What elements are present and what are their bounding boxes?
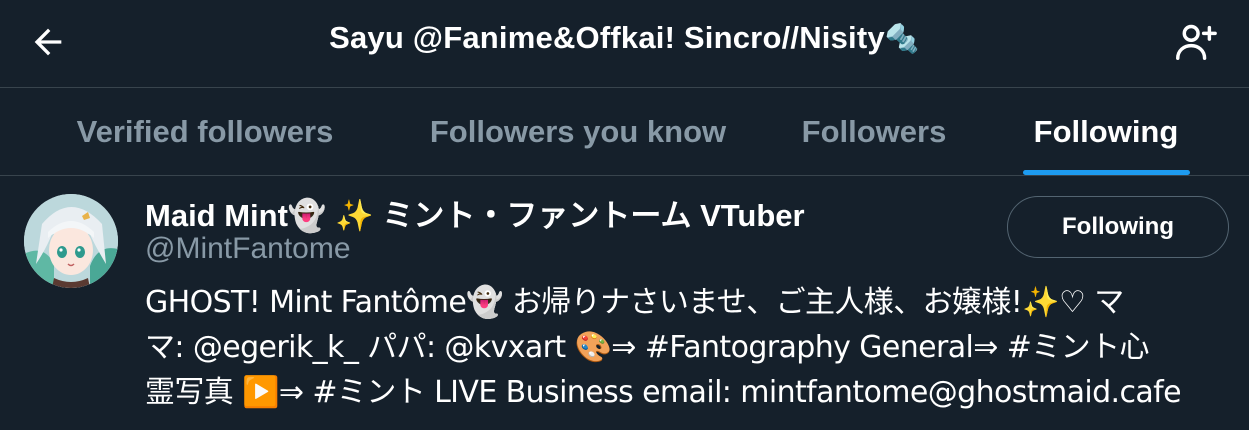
bio-text: Business email: mintfantome@ghostmaid.ca…	[496, 375, 1182, 410]
bio-text: GHOST! Mint Fantôme	[145, 285, 467, 320]
add-user-button[interactable]	[1169, 16, 1221, 68]
sparkles-emoji: ✨	[335, 198, 374, 234]
person-add-icon	[1176, 24, 1217, 61]
following-button-label: Following	[1062, 213, 1174, 240]
hashtag-link[interactable]: #ミント LIVE	[312, 375, 497, 410]
tab-label: Verified followers	[76, 113, 334, 149]
mention-link[interactable]: @egerik_k_	[193, 330, 359, 365]
bio-text: お帰りナさいませ、ご主人様、お嬢様!	[502, 285, 1023, 320]
page-title-text: Sayu @Fanime&Offkai! Sincro//Nisity	[329, 20, 885, 55]
bio-text: 霊写真	[145, 375, 243, 410]
bio-line-3: 霊写真 ▶️⇒ #ミント LIVE Business email: mintfa…	[145, 370, 1235, 415]
user-display-name[interactable]: Maid Mint👻 ✨ ミント・ファントーム VTuber	[145, 190, 805, 235]
top-app-bar: Sayu @Fanime&Offkai! Sincro//Nisity🔩	[0, 0, 1249, 88]
ghost-emoji: 👻	[466, 285, 503, 320]
tab-verified-followers[interactable]: Verified followers	[40, 88, 370, 175]
display-name-end: ミント・ファントーム VTuber	[382, 198, 805, 233]
bio-text: ⇒	[278, 375, 313, 410]
bio-text: ♡ マ	[1058, 285, 1124, 320]
active-tab-indicator	[1023, 170, 1190, 175]
page-title: Sayu @Fanime&Offkai! Sincro//Nisity🔩	[0, 20, 1249, 56]
avatar-illustration	[24, 194, 118, 288]
bio-text: パパ:	[358, 330, 445, 365]
tab-bar: Verified followers Followers you know Fo…	[0, 88, 1249, 176]
hashtag-link[interactable]: #Fantography General	[645, 330, 974, 365]
palette-emoji: 🎨	[574, 330, 612, 365]
bio-line-2: マ: @egerik_k_ パパ: @kvxart 🎨⇒ #Fantograph…	[145, 325, 1235, 370]
tab-label: Followers you know	[429, 113, 727, 149]
ghost-emoji: 👻	[287, 198, 327, 234]
user-bio: GHOST! Mint Fantôme👻 お帰りナさいませ、ご主人様、お嬢様!✨…	[145, 280, 1235, 415]
bio-text: マ:	[145, 330, 193, 365]
tab-followers-you-know[interactable]: Followers you know	[400, 88, 756, 175]
sparkles-emoji: ✨	[1022, 285, 1059, 320]
user-handle[interactable]: @MintFantome	[145, 232, 351, 266]
tab-label: Following	[1033, 113, 1179, 149]
bio-text: ⇒	[611, 330, 645, 365]
following-button[interactable]: Following	[1007, 196, 1229, 258]
tab-followers[interactable]: Followers	[778, 88, 970, 175]
user-cell[interactable]: Maid Mint👻 ✨ ミント・ファントーム VTuber @MintFant…	[0, 176, 1249, 430]
hashtag-link[interactable]: #ミント心	[1007, 330, 1150, 365]
avatar[interactable]	[24, 194, 118, 288]
tab-label: Followers	[801, 113, 947, 149]
play-button-emoji: ▶️	[242, 375, 279, 410]
nut-and-bolt-emoji: 🔩	[884, 22, 920, 55]
tab-following[interactable]: Following	[1010, 88, 1202, 175]
display-name-start: Maid Mint	[145, 198, 288, 233]
bio-line-1: GHOST! Mint Fantôme👻 お帰りナさいませ、ご主人様、お嬢様!✨…	[145, 280, 1235, 325]
bio-text: ⇒	[973, 330, 1007, 365]
mention-link[interactable]: @kvxart	[444, 330, 566, 365]
